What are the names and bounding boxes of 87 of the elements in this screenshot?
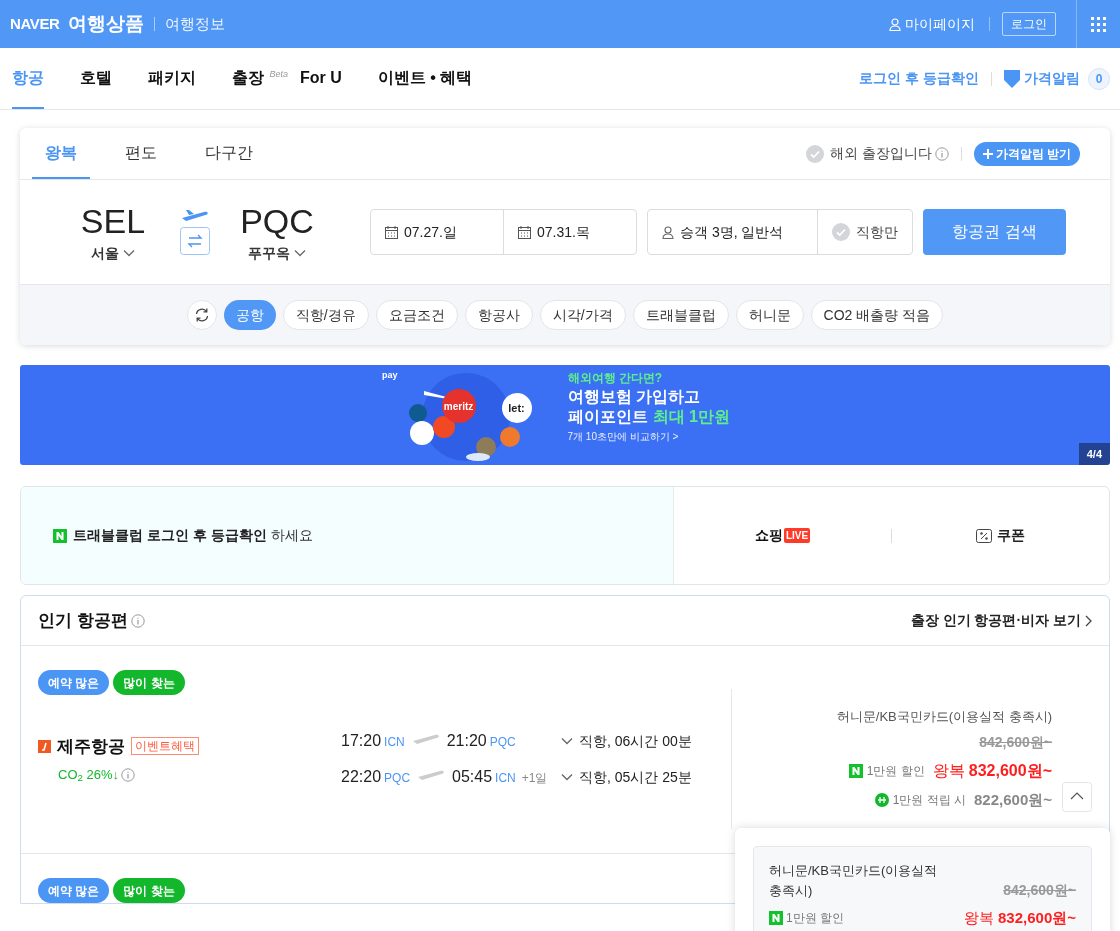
arrival-time: 05:45 — [452, 767, 493, 787]
trip-label: 왕복 — [964, 908, 994, 928]
naver-n-icon — [769, 911, 783, 926]
plus-icon — [982, 148, 993, 159]
popular-tag: 많이 찾는 — [113, 670, 185, 695]
trip-type-tab[interactable]: 다구간 — [192, 128, 266, 179]
price-tag-icon — [1004, 69, 1020, 88]
original-price: 842,600원~ — [979, 733, 1052, 752]
info-icon — [934, 146, 949, 161]
discount-label: 1만원 할인 — [866, 763, 925, 780]
nav-tab[interactable]: 이벤트 • 혜택 — [377, 65, 473, 90]
points-price: 822,600원~ — [974, 790, 1052, 810]
naver-n-icon — [53, 528, 67, 543]
airport-code: ICN — [384, 734, 405, 751]
departure-time: 22:20 — [341, 767, 382, 787]
filter-chip[interactable]: 시각/가격 — [539, 300, 626, 330]
filter-chip[interactable]: 항공사 — [464, 300, 533, 330]
popular-tag: 예약 많은 — [38, 670, 110, 695]
filter-chip[interactable]: 트래블클럽 — [632, 300, 729, 330]
points-label: 1만원 적립 시 — [892, 792, 966, 810]
discount-label: 1만원 할인 — [786, 910, 844, 928]
discount-price: 832,600원~ — [998, 908, 1076, 928]
flight-info-toggle[interactable]: 직항, 06시간 00분 — [561, 730, 692, 752]
nav-tab[interactable]: 호텔 — [80, 65, 112, 90]
filter-chip[interactable]: 직항/경유 — [282, 300, 369, 330]
banner-headline: 페이포인트 — [567, 407, 648, 427]
swap-icon[interactable] — [180, 227, 210, 255]
airport-code[interactable]: SEL — [80, 200, 146, 241]
beta-label: Beta — [269, 68, 288, 81]
section-title: 인기 항공편 — [38, 609, 128, 632]
nav-tab[interactable]: 출장 — [232, 65, 264, 90]
co2-label: CO$_{2}$ 26%↓ — [58, 766, 120, 785]
chevron-down-icon — [294, 249, 306, 257]
chevron-right-icon — [1085, 614, 1092, 627]
filter-chip[interactable]: 허니문 — [735, 300, 804, 330]
banner-highlight: 최대 1만원 — [652, 407, 730, 427]
popular-tag: 예약 많은 — [38, 878, 110, 903]
airport-code[interactable]: PQC — [240, 200, 314, 241]
slide-counter: 4/4 — [1078, 442, 1110, 465]
card-condition: 허니문/KB국민카드(이용실적 충족시) — [836, 707, 1052, 726]
flight-info-toggle[interactable]: 직항, 05시간 25분 — [561, 766, 692, 788]
chevron-down-icon — [561, 737, 573, 745]
airport-code: PQC — [384, 770, 411, 787]
banner-headline: 여행보험 가입하고 — [567, 387, 701, 407]
discount-price: 832,600원~ — [968, 761, 1052, 781]
apps-grid-icon[interactable] — [1091, 16, 1106, 32]
filter-chip[interactable]: 요금조건 — [375, 300, 458, 330]
arrival-time: 21:20 — [446, 731, 487, 751]
departure-time: 17:20 — [341, 731, 382, 751]
naver-n-icon — [848, 764, 863, 778]
coupon-link[interactable]: 쿠폰 — [976, 525, 1025, 546]
naver-logo: NAVER — [10, 13, 60, 34]
business-trip-checkbox[interactable]: 해외 출장입니다 — [805, 143, 932, 164]
airport-code: PQC — [489, 734, 516, 751]
airline-logo-icon — [38, 739, 51, 753]
visa-link[interactable]: 출장 인기 항공편·비자 보기 — [910, 610, 1092, 631]
trip-label: 왕복 — [932, 761, 965, 781]
alert-count-badge: 0 — [1088, 67, 1110, 90]
chevron-down-icon — [561, 773, 573, 781]
info-icon — [130, 613, 145, 628]
banner-kicker: 해외여행 간다면? — [567, 370, 664, 387]
chevron-down-icon — [123, 249, 135, 257]
ad-banner[interactable]: pay meritz let: 해외여행 간다면? 여행보험 가입하고 페이포인트 최대 1만원 7개 10초만에 비교하기 > 4/4 — [20, 365, 1110, 465]
coupon-icon — [976, 528, 992, 543]
naver-pay-icon — [874, 793, 889, 808]
airport-code: ICN — [495, 770, 516, 787]
nav-tab[interactable]: 패키지 — [148, 65, 196, 90]
shopping-live-link[interactable]: 쇼핑 LIVE — [754, 525, 811, 546]
original-price: 842,600원~ — [1003, 881, 1076, 900]
info-icon — [121, 767, 136, 782]
next-day-label: +1일 — [521, 770, 548, 787]
trip-type-tab[interactable]: 편도 — [112, 128, 170, 179]
event-badge: 이벤트혜택 — [131, 737, 199, 756]
npay-logo: pay — [382, 369, 398, 382]
city-select[interactable]: 푸꾸옥 — [248, 242, 306, 264]
card-condition: 허니문/KB국민카드(이용실적 충족시) — [769, 862, 939, 900]
collapse-button-icon[interactable] — [1062, 781, 1092, 812]
club-login-text[interactable]: 트래블클럽 로그인 후 등급확인 하세요 — [73, 525, 313, 546]
refresh-icon[interactable] — [186, 300, 217, 330]
city-select[interactable]: 서울 — [91, 242, 135, 264]
filter-chip[interactable]: CO2 배출량 적음 — [810, 300, 944, 330]
nav-tab[interactable]: For U — [300, 65, 342, 90]
airline-name: 제주항공 — [57, 735, 125, 758]
banner-cta: 7개 10초만에 비교하기 > — [567, 430, 680, 444]
popular-tag: 많이 찾는 — [113, 878, 185, 903]
user-icon — [889, 17, 901, 31]
service-title: 여행상품 — [67, 11, 144, 36]
